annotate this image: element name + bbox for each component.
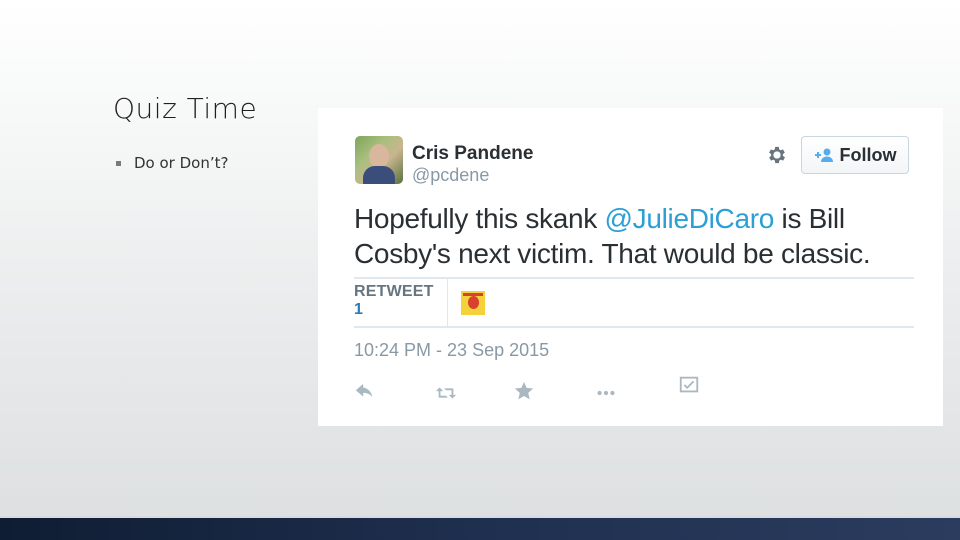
analytics-icon[interactable] bbox=[678, 374, 700, 396]
retweeter-avatar-face bbox=[468, 296, 479, 309]
retweet-stat-label[interactable]: RETWEET bbox=[354, 283, 434, 301]
bullet-item: Do or Don’t? bbox=[116, 154, 228, 172]
gear-icon[interactable] bbox=[766, 144, 788, 166]
avatar-face bbox=[369, 144, 389, 168]
tweet-timestamp[interactable]: 10:24 PM - 23 Sep 2015 bbox=[354, 340, 549, 361]
star-icon[interactable] bbox=[513, 380, 535, 402]
more-icon[interactable] bbox=[595, 382, 617, 404]
reply-icon[interactable] bbox=[354, 382, 376, 404]
avatar-shirt bbox=[363, 166, 395, 184]
mention-link[interactable]: @JulieDiCaro bbox=[605, 203, 775, 234]
author-handle[interactable]: @pcdene bbox=[412, 165, 489, 186]
slide-footer-bar bbox=[0, 516, 960, 540]
stats-top-divider bbox=[354, 277, 914, 279]
stats-separator bbox=[447, 279, 448, 327]
follow-label: Follow bbox=[839, 144, 897, 165]
bullet-marker bbox=[116, 160, 121, 166]
tweet-text-start: Hopefully this skank bbox=[354, 203, 605, 234]
tweet-text: Hopefully this skank @JulieDiCaro is Bil… bbox=[354, 201, 924, 271]
retweeter-avatar[interactable] bbox=[461, 291, 485, 315]
tweet-card: Cris Pandene @pcdene Follow Hopefully th… bbox=[318, 108, 943, 426]
slide-title: Quiz Time bbox=[113, 92, 258, 125]
follow-button[interactable]: Follow bbox=[801, 136, 909, 174]
author-avatar[interactable] bbox=[355, 136, 403, 184]
stats-bottom-divider bbox=[354, 326, 914, 328]
retweet-stat-count[interactable]: 1 bbox=[354, 301, 363, 319]
add-user-icon bbox=[814, 148, 833, 162]
author-display-name[interactable]: Cris Pandene bbox=[412, 143, 533, 165]
bullet-text: Do or Don’t? bbox=[134, 154, 229, 172]
retweet-icon[interactable] bbox=[435, 382, 457, 404]
